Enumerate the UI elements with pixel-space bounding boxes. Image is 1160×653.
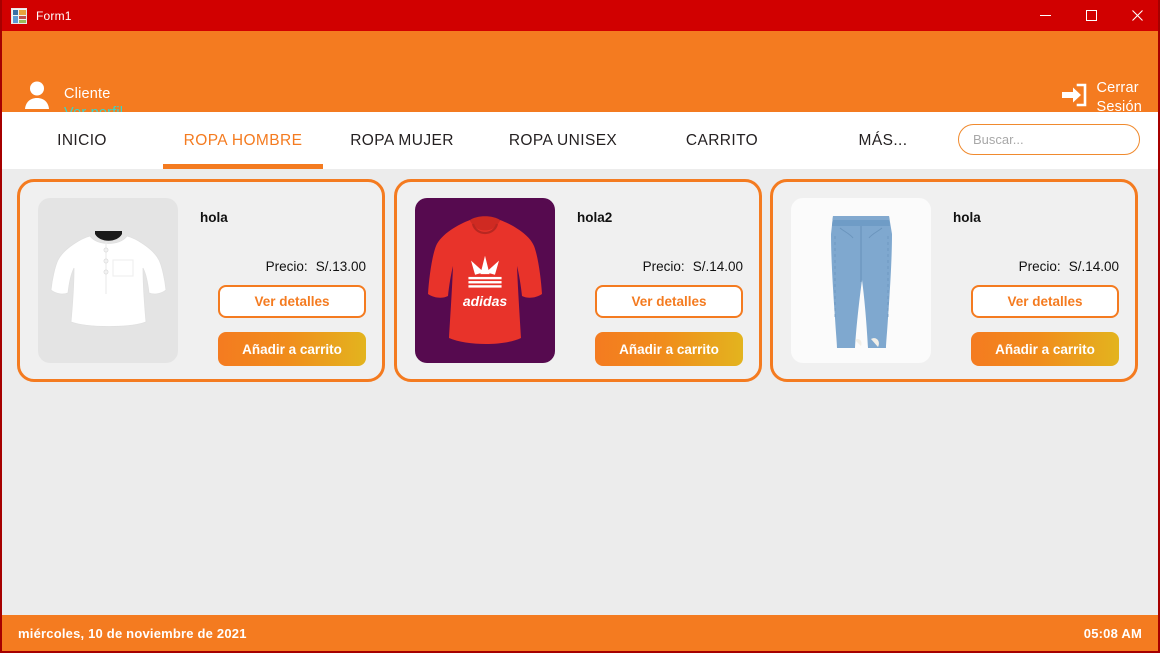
price-value: S/.14.00	[1068, 259, 1119, 274]
nav-item-label: ROPA MUJER	[350, 131, 454, 149]
price-value: S/.14.00	[692, 259, 743, 274]
add-to-cart-button[interactable]: Añadir a carrito	[218, 332, 366, 366]
window-controls	[1022, 0, 1158, 31]
product-list: hola Precio: S/.13.00 Ver detalles Añadir…	[2, 169, 1158, 615]
logout-icon	[1062, 83, 1087, 107]
product-card[interactable]: hola Precio: S/.14.00 Ver detalles Añadir…	[770, 179, 1138, 382]
nav-item-label: CARRITO	[685, 131, 759, 149]
user-avatar-icon	[24, 80, 50, 110]
product-image-blue-jeans	[791, 198, 931, 363]
view-details-button[interactable]: Ver detalles	[218, 285, 366, 318]
product-price: Precio: S/.13.00	[266, 259, 366, 274]
nav-item-label: ROPA HOMBRE	[183, 131, 303, 149]
status-date: miércoles, 10 de noviembre de 2021	[18, 625, 247, 641]
product-card[interactable]: adidas hola2 Precio: S/.14.00 Ver detalle…	[394, 179, 762, 382]
nav-item-ropa-hombre[interactable]: ROPA HOMBRE	[163, 112, 323, 169]
nav-item-carrito[interactable]: CARRITO	[667, 112, 777, 169]
price-label: Precio:	[1018, 259, 1061, 274]
close-button[interactable]	[1114, 0, 1158, 31]
nav-item-inicio[interactable]: INICIO	[27, 112, 137, 169]
product-price: Precio: S/.14.00	[643, 259, 743, 274]
view-details-button[interactable]: Ver detalles	[971, 285, 1119, 318]
app-window: Form1 Cliente Ver perfil	[0, 0, 1160, 653]
window-title: Form1	[36, 8, 72, 23]
user-name: Cliente	[64, 86, 111, 102]
add-to-cart-button[interactable]: Añadir a carrito	[595, 332, 743, 366]
nav-item-ropa-unisex[interactable]: ROPA UNISEX	[496, 112, 630, 169]
add-to-cart-button[interactable]: Añadir a carrito	[971, 332, 1119, 366]
search-input[interactable]	[958, 124, 1140, 155]
logout-label-line1: Cerrar	[1096, 80, 1139, 96]
product-price: Precio: S/.14.00	[1019, 259, 1119, 274]
status-time: 05:08 AM	[1083, 625, 1142, 641]
winforms-icon	[11, 7, 27, 24]
minimize-button[interactable]	[1022, 0, 1068, 31]
product-image-red-adidas-hoodie: adidas	[415, 198, 555, 363]
product-name: hola2	[577, 210, 613, 225]
view-details-button[interactable]: Ver detalles	[595, 285, 743, 318]
maximize-button[interactable]	[1068, 0, 1114, 31]
price-label: Precio:	[642, 259, 685, 274]
nav-item-label: ROPA UNISEX	[508, 131, 618, 149]
titlebar: Form1	[2, 0, 1158, 31]
product-card[interactable]: hola Precio: S/.13.00 Ver detalles Añadir…	[17, 179, 385, 382]
nav-item-ropa-mujer[interactable]: ROPA MUJER	[335, 112, 469, 169]
product-details: hola Precio: S/.14.00 Ver detalles Añadir…	[931, 182, 1135, 379]
product-name: hola	[200, 210, 228, 225]
product-name: hola	[953, 210, 981, 225]
user-header-bar: Cliente Ver perfil Cerrar Sesión	[2, 31, 1158, 121]
nav-item-label: MÁS...	[858, 131, 908, 149]
product-details: hola Precio: S/.13.00 Ver detalles Añadir…	[178, 182, 382, 379]
price-value: S/.13.00	[315, 259, 366, 274]
status-bar: miércoles, 10 de noviembre de 2021 05:08…	[2, 615, 1158, 651]
nav-item-label: INICIO	[57, 131, 107, 149]
price-label: Precio:	[265, 259, 308, 274]
product-details: hola2 Precio: S/.14.00 Ver detalles Añadi…	[555, 182, 759, 379]
product-image-white-henley-shirt	[38, 198, 178, 363]
svg-text:adidas: adidas	[463, 293, 508, 309]
nav-item-mas[interactable]: MÁS...	[840, 112, 926, 169]
